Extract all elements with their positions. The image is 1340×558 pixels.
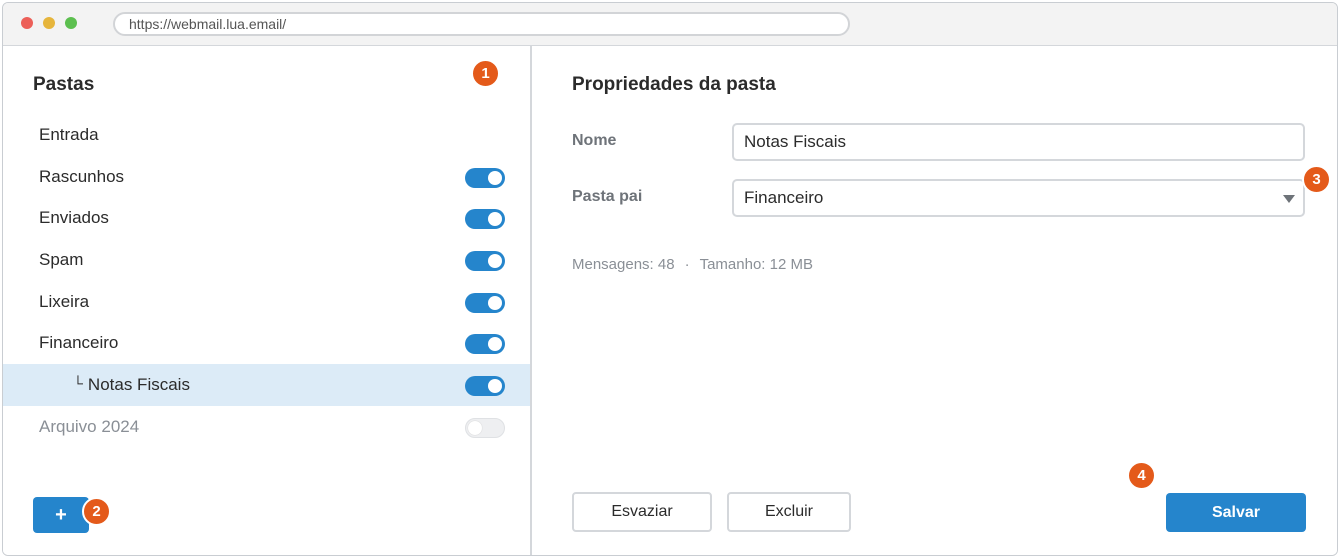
callout-badge-2: 2 bbox=[82, 497, 111, 526]
toggle-knob bbox=[488, 337, 502, 352]
folder-subscribe-toggle[interactable] bbox=[465, 376, 505, 397]
minimize-window-icon[interactable] bbox=[43, 17, 55, 29]
stats-separator: · bbox=[684, 256, 690, 273]
chevron-down-icon bbox=[1283, 195, 1295, 203]
toggle-knob bbox=[488, 170, 502, 185]
folder-subscribe-toggle[interactable] bbox=[465, 209, 505, 230]
folder-label: Spam bbox=[39, 249, 84, 269]
folder-size: Tamanho: 12 MB bbox=[699, 256, 813, 273]
toggle-knob bbox=[488, 379, 502, 394]
folder-label: Rascunhos bbox=[39, 166, 125, 186]
parent-folder-label: Pasta pai bbox=[572, 188, 643, 205]
empty-folder-button[interactable]: Esvaziar bbox=[572, 492, 712, 532]
callout-badge-1: 1 bbox=[471, 59, 500, 88]
folder-item-financeiro[interactable]: Financeiro bbox=[3, 322, 530, 364]
panel-title: Propriedades da pasta bbox=[572, 74, 776, 95]
callout-badge-3: 3 bbox=[1302, 165, 1331, 194]
toggle-knob bbox=[488, 254, 502, 269]
folders-sidebar: Pastas Entrada Rascunhos Enviados Spam L… bbox=[3, 46, 532, 555]
name-label: Nome bbox=[572, 132, 617, 149]
folder-label: Arquivo 2024 bbox=[39, 416, 140, 436]
folder-properties-panel: Propriedades da pasta Nome Notas Fiscais… bbox=[534, 46, 1337, 555]
folder-subscribe-toggle[interactable] bbox=[465, 292, 505, 313]
folder-subscribe-toggle[interactable] bbox=[465, 417, 505, 438]
toggle-knob bbox=[488, 295, 502, 310]
folder-item-spam[interactable]: Spam bbox=[3, 239, 530, 281]
toggle-knob bbox=[488, 212, 502, 227]
address-bar[interactable]: https://webmail.lua.email/ bbox=[113, 12, 850, 36]
folder-subscribe-toggle[interactable] bbox=[465, 334, 505, 355]
folder-label: Enviados bbox=[39, 208, 109, 228]
message-count: Mensagens: 48 bbox=[572, 256, 675, 273]
folder-item-lixeira[interactable]: Lixeira bbox=[3, 281, 530, 323]
browser-window: https://webmail.lua.email/ Pastas Entrad… bbox=[2, 2, 1338, 556]
folder-label: Financeiro bbox=[39, 333, 119, 353]
subfolder-indent-icon: └ bbox=[73, 374, 83, 391]
folder-name-input[interactable]: Notas Fiscais bbox=[732, 123, 1305, 161]
folder-item-entrada[interactable]: Entrada bbox=[3, 114, 530, 156]
callout-badge-4: 4 bbox=[1127, 461, 1156, 490]
folder-item-arquivo-2024[interactable]: Arquivo 2024 bbox=[3, 406, 530, 448]
delete-folder-button[interactable]: Excluir bbox=[727, 492, 851, 532]
folder-item-enviados[interactable]: Enviados bbox=[3, 197, 530, 239]
close-window-icon[interactable] bbox=[21, 17, 33, 29]
save-button[interactable]: Salvar bbox=[1166, 493, 1306, 532]
maximize-window-icon[interactable] bbox=[65, 17, 77, 29]
parent-folder-value: Financeiro bbox=[744, 188, 824, 207]
toggle-knob bbox=[468, 420, 482, 435]
folder-label: Lixeira bbox=[39, 291, 90, 311]
browser-titlebar: https://webmail.lua.email/ bbox=[3, 3, 1337, 46]
folder-label: Entrada bbox=[39, 124, 99, 144]
folder-label: Notas Fiscais bbox=[87, 374, 190, 394]
folder-subscribe-toggle[interactable] bbox=[465, 167, 505, 188]
folder-list: Entrada Rascunhos Enviados Spam Lixeira … bbox=[3, 114, 530, 448]
folder-item-notas-fiscais[interactable]: └ Notas Fiscais bbox=[3, 364, 530, 406]
sidebar-title: Pastas bbox=[33, 74, 95, 95]
folder-subscribe-toggle[interactable] bbox=[465, 251, 505, 272]
folder-item-rascunhos[interactable]: Rascunhos bbox=[3, 156, 530, 198]
add-folder-button[interactable]: + bbox=[33, 497, 89, 533]
folder-stats: Mensagens: 48 · Tamanho: 12 MB bbox=[572, 256, 813, 273]
parent-folder-select[interactable]: Financeiro bbox=[732, 179, 1305, 217]
